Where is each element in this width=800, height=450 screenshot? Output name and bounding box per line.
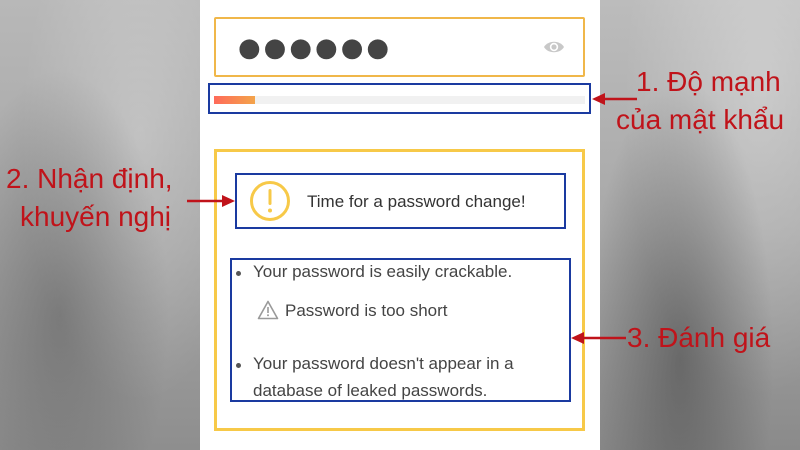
verdict-highlight: Time for a password change! bbox=[235, 173, 566, 229]
verdict-text: Time for a password change! bbox=[307, 192, 526, 211]
eye-icon[interactable] bbox=[543, 39, 565, 55]
password-input[interactable]: ●●●●●● bbox=[214, 17, 585, 77]
bullet bbox=[236, 363, 241, 368]
annotation-arrow-icon bbox=[571, 332, 626, 344]
annotation-verdict-line-2: khuyến nghị bbox=[20, 201, 172, 232]
annotation-strength-line-2: của mật khẩu bbox=[616, 104, 785, 135]
detail-leaked-line-2: database of leaked passwords. bbox=[253, 381, 488, 400]
annotation-arrow-icon bbox=[592, 93, 637, 105]
password-masked-value: ●●●●●● bbox=[238, 33, 393, 63]
details-highlight: Your password is easily crackable. Passw… bbox=[230, 258, 571, 402]
detail-crackable: Your password is easily crackable. bbox=[253, 262, 513, 281]
warning-circle-icon bbox=[250, 181, 290, 221]
bullet bbox=[236, 271, 241, 276]
strength-meter-highlight bbox=[208, 83, 591, 114]
warning-triangle-icon bbox=[257, 300, 279, 320]
annotation-evaluation: 3. Đánh giá bbox=[627, 322, 771, 353]
strength-meter-fill bbox=[214, 96, 255, 104]
detail-too-short: Password is too short bbox=[285, 301, 448, 320]
annotation-arrow-icon bbox=[187, 195, 235, 207]
strength-meter-track bbox=[214, 96, 585, 104]
detail-leaked-line-1: Your password doesn't appear in a bbox=[253, 354, 514, 373]
annotation-verdict-line-1: 2. Nhận định, bbox=[6, 163, 173, 194]
annotation-strength-line-1: 1. Độ mạnh bbox=[636, 66, 781, 97]
